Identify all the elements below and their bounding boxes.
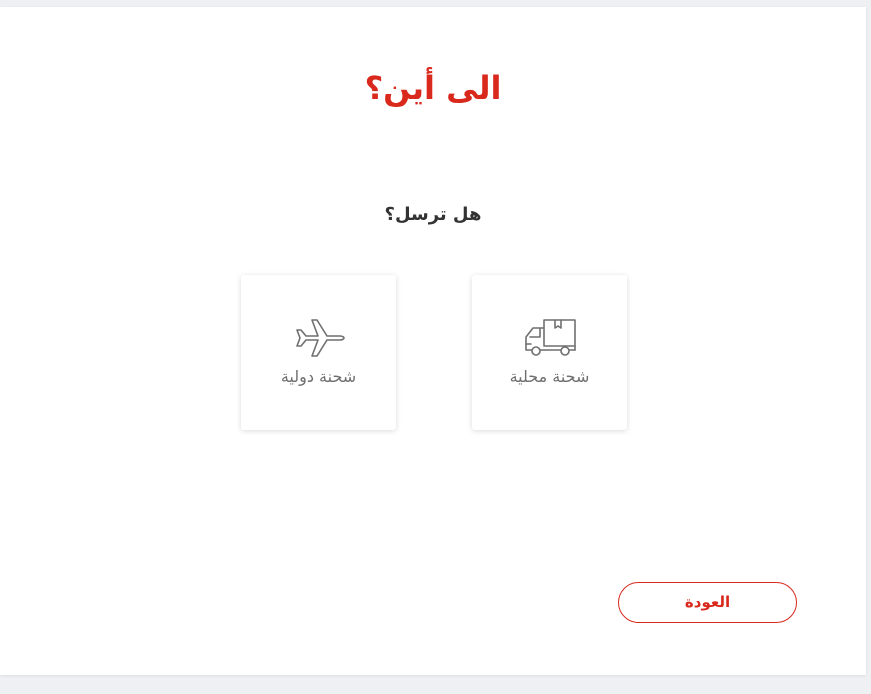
airplane-icon bbox=[295, 319, 345, 357]
question-heading: هل ترسل؟ bbox=[384, 204, 482, 225]
page-title: الى أين؟ bbox=[364, 69, 502, 107]
international-shipment-label: شحنة دولية bbox=[280, 367, 357, 386]
main-card: الى أين؟ هل ترسل؟ شحنة محلية شحنة دولية … bbox=[0, 7, 866, 675]
back-button[interactable]: العودة bbox=[618, 582, 797, 623]
local-shipment-option[interactable]: شحنة محلية bbox=[472, 275, 627, 430]
local-shipment-label: شحنة محلية bbox=[509, 367, 590, 386]
international-shipment-option[interactable]: شحنة دولية bbox=[241, 275, 396, 430]
delivery-truck-icon bbox=[524, 319, 576, 356]
